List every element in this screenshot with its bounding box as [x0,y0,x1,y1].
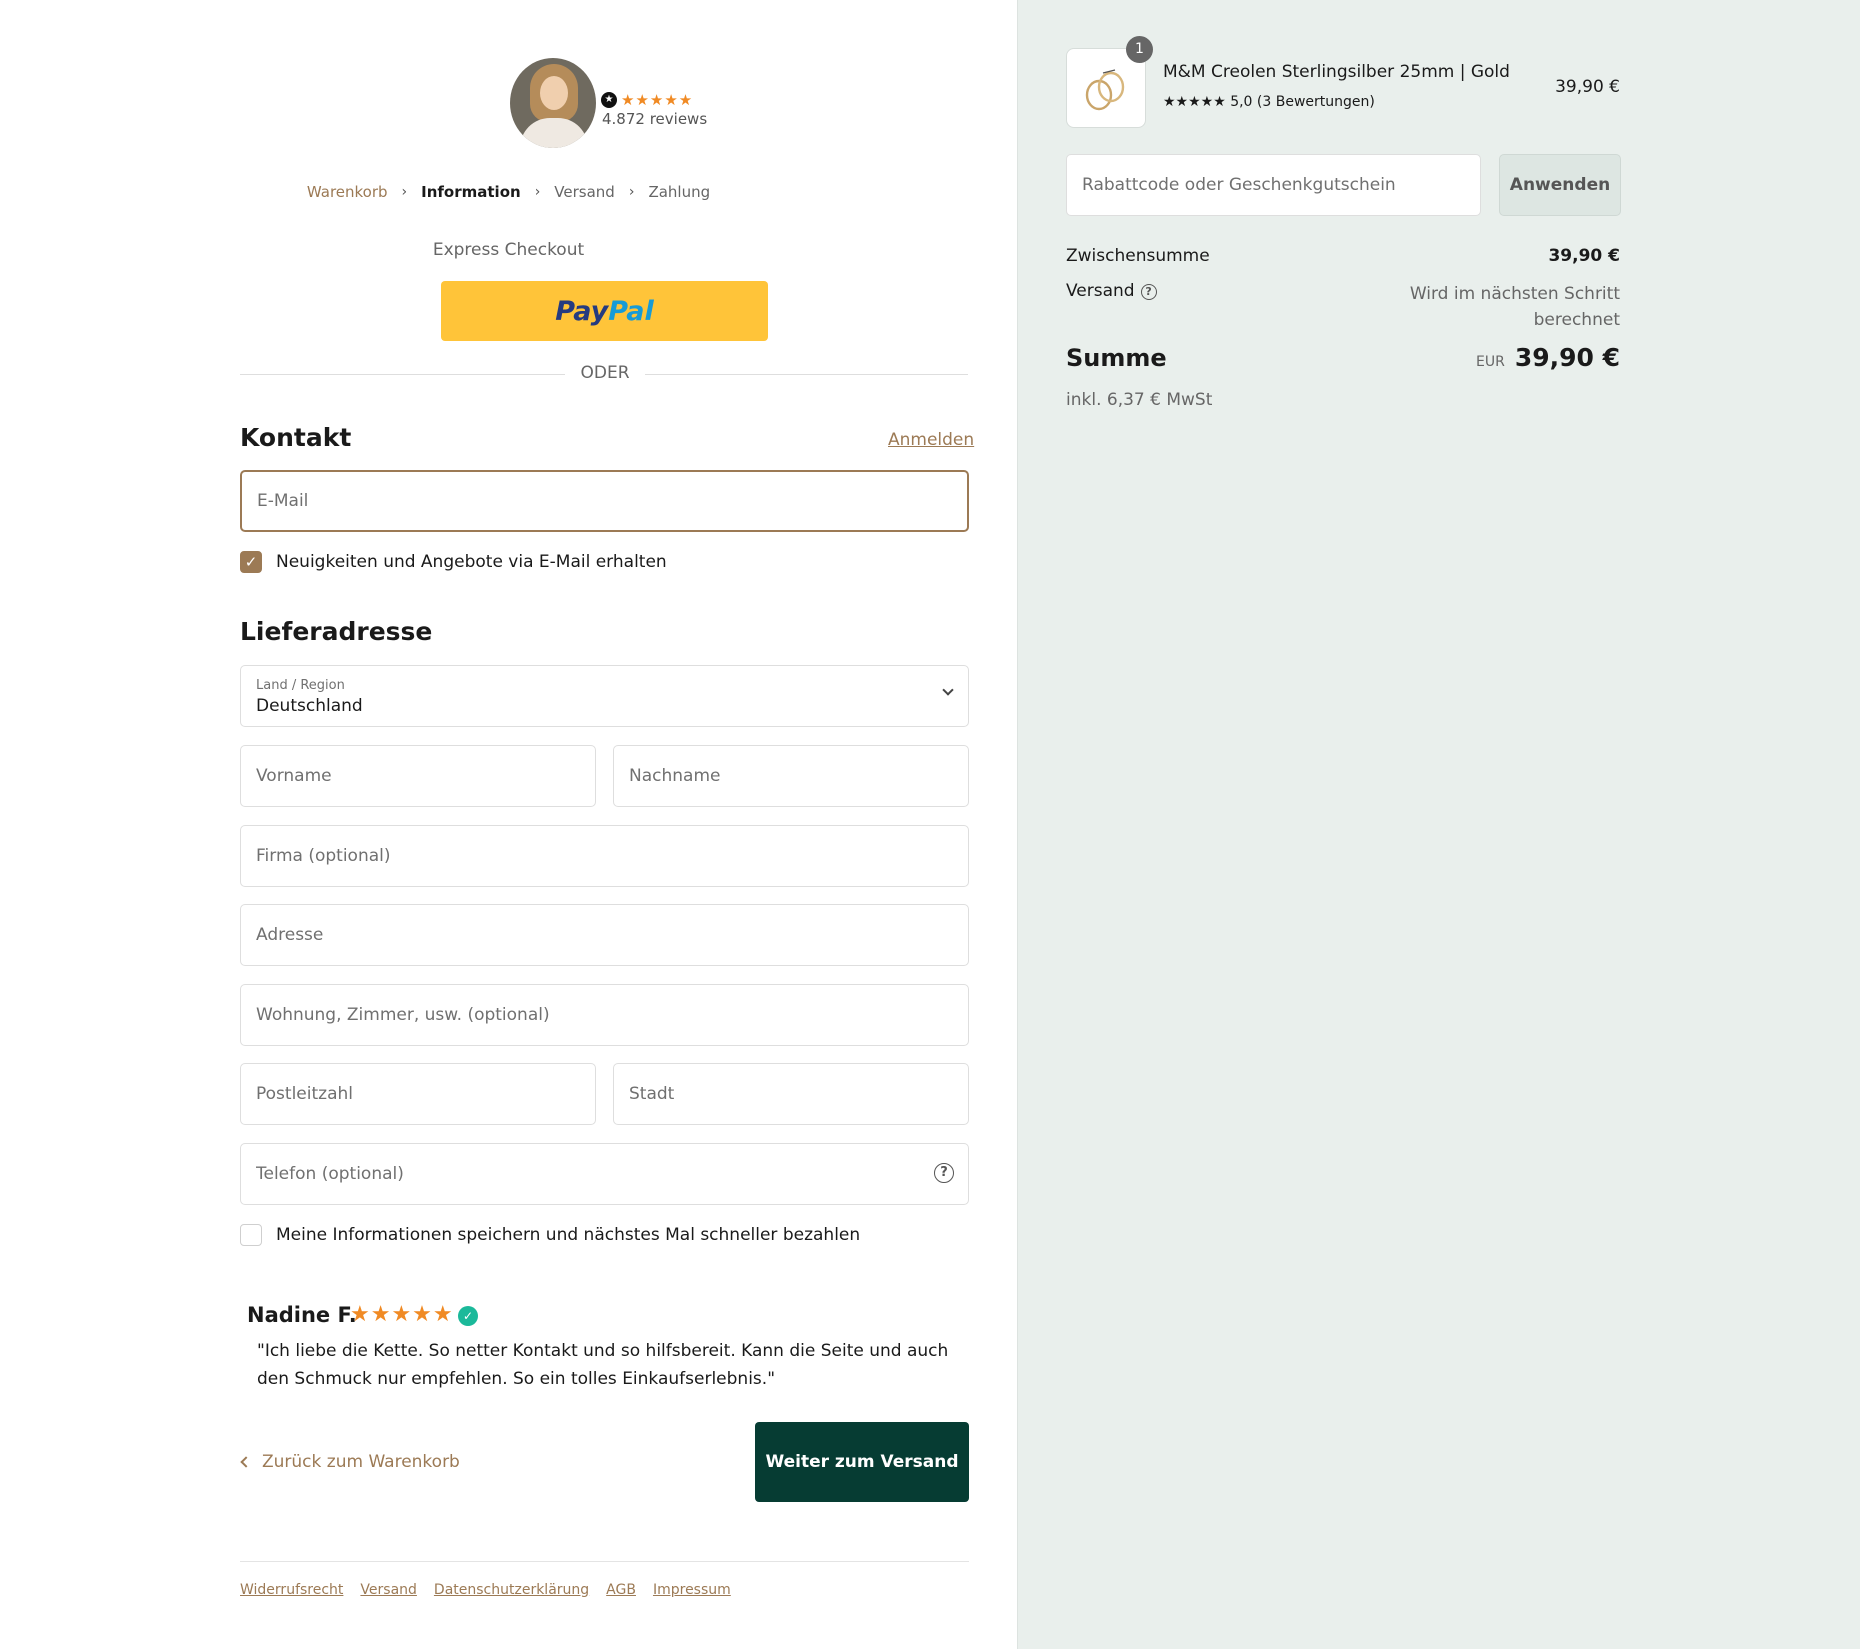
chevron-right-icon: › [534,184,541,200]
back-to-cart-label: Zurück zum Warenkorb [262,1452,460,1472]
review-author: Nadine F. [247,1303,357,1327]
apartment-field[interactable] [240,984,969,1046]
trust-rating: ★ ★★★★★ [601,90,693,110]
help-icon[interactable]: ? [1140,284,1157,300]
shipping-label: Versand [1066,281,1135,301]
contact-title: Kontakt [240,423,352,452]
first-name-input[interactable] [241,746,595,806]
or-divider: ODER [565,363,645,383]
apartment-input[interactable] [241,985,968,1045]
footer-link-terms[interactable]: AGB [606,1582,636,1598]
total-label: Summe [1066,344,1167,372]
save-info-checkbox[interactable] [240,1224,262,1246]
country-value: Deutschland [256,696,363,716]
footer-link-privacy[interactable]: Datenschutzerklärung [434,1582,589,1598]
login-link-wrap: Anmelden [888,430,974,450]
address-field[interactable] [240,904,969,966]
reviews-count: 4.872 reviews [602,110,708,128]
back-to-cart-link[interactable]: Zurück zum Warenkorb [240,1452,460,1472]
company-field[interactable] [240,825,969,887]
verified-check-icon: ✓ [458,1306,478,1326]
breadcrumb-information: Information [421,183,521,201]
reviewer-avatar [510,58,596,148]
save-info-label: Meine Informationen speichern und nächst… [276,1225,861,1245]
newsletter-option[interactable]: ✓ Neuigkeiten und Angebote via E-Mail er… [240,551,667,573]
shipping-row: Versand? [1066,281,1157,301]
continue-to-shipping-button[interactable]: Weiter zum Versand [755,1422,969,1502]
chevron-left-icon [240,1456,252,1468]
help-icon[interactable]: ? [934,1163,954,1183]
trust-stars: ★★★★★ [621,91,694,109]
phone-input[interactable] [241,1144,968,1204]
footer-links: Widerrufsrecht Versand Datenschutzerklär… [240,1582,731,1598]
apply-discount-button[interactable]: Anwenden [1499,154,1621,216]
subtotal-value: 39,90 € [1548,246,1620,266]
quantity-badge: 1 [1126,36,1153,63]
chevron-down-icon [942,684,954,696]
shipping-value-line2: berechnet [1533,310,1620,330]
review-platform-icon: ★ [601,92,617,108]
city-input[interactable] [614,1064,968,1124]
address-input[interactable] [241,905,968,965]
country-select[interactable]: Land / Region Deutschland [240,665,969,727]
first-name-field[interactable] [240,745,596,807]
express-checkout-title: Express Checkout [432,240,585,260]
company-input[interactable] [241,826,968,886]
breadcrumb: Warenkorb › Information › Versand › Zahl… [0,183,1017,201]
breadcrumb-cart[interactable]: Warenkorb [307,183,388,201]
last-name-field[interactable] [613,745,969,807]
breadcrumb-payment: Zahlung [648,183,711,201]
discount-field[interactable] [1066,154,1481,216]
login-link[interactable]: Anmelden [888,430,974,450]
chevron-right-icon: › [628,184,635,200]
total-currency: EUR [1475,354,1505,370]
product-rating: ★★★★★ 5,0 (3 Bewertungen) [1163,94,1375,110]
breadcrumb-shipping: Versand [554,183,615,201]
country-label: Land / Region [256,678,345,693]
chevron-right-icon: › [401,184,408,200]
phone-field[interactable]: ? [240,1143,969,1205]
review-stars: ★★★★★ [350,1302,454,1327]
shipping-value: Wird im nächsten Schritt berechnet [1410,281,1620,333]
footer-link-shipping[interactable]: Versand [360,1582,417,1598]
tax-note: inkl. 6,37 € MwSt [1066,390,1213,410]
paypal-logo-part2: Pal [608,295,654,327]
footer-link-withdrawal[interactable]: Widerrufsrecht [240,1582,343,1598]
subtotal-label: Zwischensumme [1066,246,1210,266]
last-name-input[interactable] [614,746,968,806]
avatar-face [540,76,568,110]
save-info-option[interactable]: Meine Informationen speichern und nächst… [240,1224,860,1246]
shipping-value-line1: Wird im nächsten Schritt [1409,284,1620,304]
avatar-shirt [520,118,588,148]
email-field[interactable] [240,470,969,532]
discount-input[interactable] [1067,155,1480,215]
zip-input[interactable] [241,1064,595,1124]
zip-field[interactable] [240,1063,596,1125]
email-input[interactable] [242,472,967,530]
footer-divider [240,1561,969,1562]
product-name: M&M Creolen Sterlingsilber 25mm | Gold [1163,62,1510,82]
checkout-main: ★ ★★★★★ 4.872 reviews Warenkorb › Inform… [0,0,1017,1649]
city-field[interactable] [613,1063,969,1125]
paypal-logo-part1: Pay [555,295,609,327]
footer-link-imprint[interactable]: Impressum [653,1582,731,1598]
shipping-address-title: Lieferadresse [240,617,433,646]
product-price: 39,90 € [1555,77,1620,97]
total-value: EUR 39,90 € [1476,343,1620,372]
newsletter-label: Neuigkeiten und Angebote via E-Mail erha… [276,552,667,572]
total-amount: 39,90 € [1514,343,1620,372]
review-text: "Ich liebe die Kette. So netter Kontakt … [257,1341,949,1389]
paypal-button[interactable]: Pay Pal [441,281,768,341]
newsletter-checkbox[interactable]: ✓ [240,551,262,573]
